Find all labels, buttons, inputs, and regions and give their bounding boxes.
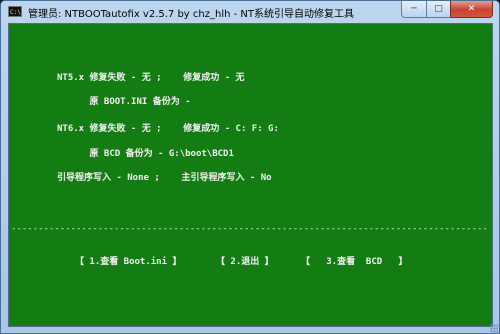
caption-buttons: ─ □ ✕ — [401, 1, 493, 18]
boot-ini-backup-line: 原 BOOT.INI 备份为 - — [57, 97, 191, 107]
console-output-area[interactable]: NT5.x 修复失败 - 无 ; 修复成功 - 无 原 BOOT.INI 备份为… — [8, 23, 493, 327]
nt5-repair-status-line: NT5.x 修复失败 - 无 ; 修复成功 - 无 — [57, 73, 245, 83]
bcd-backup-line: 原 BCD 备份为 - G:\boot\BCD1 — [57, 149, 234, 159]
view-bcd-option[interactable]: 【 3.查看 BCD 】 — [301, 256, 407, 268]
resize-grip[interactable] — [490, 324, 498, 332]
close-button[interactable]: ✕ — [450, 1, 493, 18]
nt6-repair-status-line: NT6.x 修复失败 - 无 ; 修复成功 - C: F: G: — [57, 124, 279, 134]
title-bar[interactable]: C:\ 管理员: NTBOOTautofix v2.5.7 by chz_hlh… — [1, 1, 499, 23]
maximize-button[interactable]: □ — [426, 1, 451, 18]
view-boot-ini-option[interactable]: 【 1.查看 Boot.ini 】 — [75, 256, 181, 268]
console-divider: ----------------------------------------… — [11, 224, 489, 234]
exit-option[interactable]: 【 2.退出 】 — [216, 256, 274, 268]
console-icon[interactable]: C:\ — [8, 6, 22, 17]
window-title: 管理员: NTBOOTautofix v2.5.7 by chz_hlh - N… — [28, 9, 354, 20]
boot-writer-status-line: 引导程序写入 - None ; 主引导程序写入 - No — [57, 173, 272, 183]
minimize-button[interactable]: ─ — [401, 1, 427, 18]
console-window: C:\ 管理员: NTBOOTautofix v2.5.7 by chz_hlh… — [0, 0, 500, 334]
